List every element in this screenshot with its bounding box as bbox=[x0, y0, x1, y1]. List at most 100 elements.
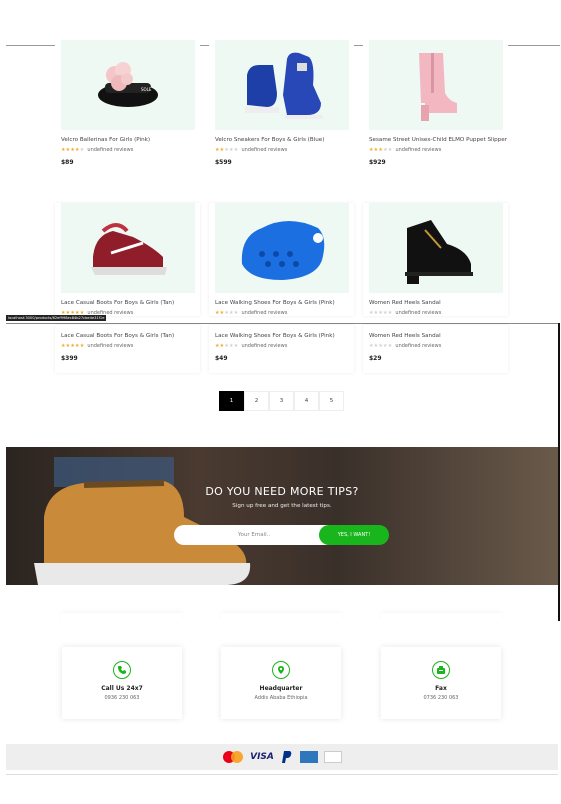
blue-sneaker-icon bbox=[245, 52, 323, 119]
product-rating: ★★★★★ undefined reviews bbox=[215, 147, 354, 153]
product-price: $29 bbox=[369, 355, 382, 362]
payment-footer: VISA bbox=[6, 744, 558, 770]
product-rating: ★★★★★ undefined reviews bbox=[369, 343, 508, 349]
product-rating: ★★★★★ undefined reviews bbox=[61, 147, 200, 153]
product-price: $399 bbox=[61, 355, 78, 362]
card-shadow-edge bbox=[381, 613, 501, 621]
product-rating: ★★★★★ undefined reviews bbox=[61, 343, 200, 349]
section-divider bbox=[6, 323, 560, 324]
product-price: $89 bbox=[61, 159, 74, 166]
product-card[interactable]: Lace Casual Boots For Boys & Girls (Tan)… bbox=[55, 203, 200, 316]
product-price: $929 bbox=[369, 159, 386, 166]
banner-boot-image bbox=[34, 457, 251, 585]
review-count: undefined reviews bbox=[241, 147, 288, 153]
red-sneaker-icon bbox=[91, 223, 167, 275]
contact-card-fax: Fax 0736 230 063 bbox=[381, 647, 501, 719]
product-price: $599 bbox=[215, 159, 232, 166]
product-rating: ★★★★★ undefined reviews bbox=[369, 147, 508, 153]
page-button-4[interactable]: 4 bbox=[294, 391, 319, 411]
fax-icon bbox=[432, 661, 450, 679]
mastercard-icon bbox=[222, 751, 244, 763]
card-shadow-edge bbox=[62, 613, 182, 621]
contact-label: Call Us 24x7 bbox=[101, 685, 143, 692]
review-count: undefined reviews bbox=[241, 343, 288, 349]
amex-icon bbox=[299, 751, 318, 763]
product-name[interactable]: Sesame Street Unisex-Child ELMO Puppet S… bbox=[369, 136, 508, 144]
product-image[interactable] bbox=[61, 203, 195, 293]
product-name[interactable]: Lace Walking Shoes For Boys & Girls (Pin… bbox=[215, 299, 354, 307]
review-count: undefined reviews bbox=[395, 310, 442, 316]
product-image[interactable]: SOLE bbox=[61, 40, 195, 130]
contact-card-headquarter: Headquarter Addis Ababa Ethiopia bbox=[221, 647, 341, 719]
newsletter-title: DO YOU NEED MORE TIPS? bbox=[205, 485, 359, 498]
product-card[interactable]: Lace Casual Boots For Boys & Girls (Tan)… bbox=[55, 325, 200, 373]
product-name[interactable]: Women Red Heels Sandal bbox=[369, 299, 508, 307]
page-button-1[interactable]: 1 bbox=[219, 391, 244, 411]
star-rating-icon: ★★★★★ bbox=[61, 343, 85, 349]
contact-value: Addis Ababa Ethiopia bbox=[254, 695, 308, 701]
star-rating-icon: ★★★★★ bbox=[215, 310, 239, 316]
scrollbar[interactable] bbox=[558, 323, 560, 621]
page-button-2[interactable]: 2 bbox=[244, 391, 269, 411]
product-name[interactable]: Lace Casual Boots For Boys & Girls (Tan) bbox=[61, 332, 200, 340]
product-image[interactable] bbox=[215, 40, 349, 130]
star-rating-icon: ★★★★★ bbox=[369, 147, 393, 153]
product-name[interactable]: Velcro Ballerinas For Girls (Pink) bbox=[61, 136, 200, 144]
blue-clog-icon bbox=[241, 221, 325, 280]
email-input[interactable]: Your Email.. bbox=[174, 525, 334, 545]
discover-icon bbox=[323, 751, 342, 763]
phone-icon bbox=[113, 661, 131, 679]
pink-boot-icon bbox=[419, 53, 457, 121]
product-card[interactable]: Women Red Heels Sandal ★★★★★ undefined r… bbox=[363, 325, 508, 373]
pagination: 1 2 3 4 5 bbox=[219, 391, 344, 411]
svg-text:SOLE: SOLE bbox=[141, 87, 152, 92]
product-image[interactable] bbox=[215, 203, 349, 293]
review-count: undefined reviews bbox=[241, 310, 288, 316]
black-boot-icon bbox=[405, 220, 473, 284]
page-button-3[interactable]: 3 bbox=[269, 391, 294, 411]
product-card[interactable]: SOLE Velcro Ballerinas For Girls (Pink) … bbox=[55, 40, 200, 166]
product-card[interactable]: Women Red Heels Sandal ★★★★★ undefined r… bbox=[363, 203, 508, 316]
contact-label: Fax bbox=[435, 685, 447, 692]
contact-label: Headquarter bbox=[259, 685, 303, 692]
product-card[interactable]: Sesame Street Unisex-Child ELMO Puppet S… bbox=[363, 40, 508, 166]
visa-icon: VISA bbox=[250, 752, 274, 762]
footer-divider bbox=[6, 774, 558, 775]
product-image[interactable] bbox=[369, 40, 503, 130]
page-button-5[interactable]: 5 bbox=[319, 391, 344, 411]
newsletter-banner: DO YOU NEED MORE TIPS? Sign up free and … bbox=[6, 447, 558, 585]
star-rating-icon: ★★★★★ bbox=[61, 147, 85, 153]
review-count: undefined reviews bbox=[87, 343, 134, 349]
star-rating-icon: ★★★★★ bbox=[369, 310, 393, 316]
product-rating: ★★★★★ undefined reviews bbox=[369, 310, 508, 316]
subscribe-button[interactable]: YES, I WANT! bbox=[319, 525, 389, 545]
product-name[interactable]: Lace Walking Shoes For Boys & Girls (Pin… bbox=[215, 332, 354, 340]
review-count: undefined reviews bbox=[87, 147, 134, 153]
pink-slipper-icon: SOLE bbox=[98, 62, 158, 107]
paypal-icon bbox=[280, 751, 294, 763]
product-card[interactable]: Lace Walking Shoes For Boys & Girls (Pin… bbox=[209, 325, 354, 373]
star-rating-icon: ★★★★★ bbox=[369, 343, 393, 349]
review-count: undefined reviews bbox=[395, 343, 442, 349]
product-name[interactable]: Lace Casual Boots For Boys & Girls (Tan) bbox=[61, 299, 200, 307]
newsletter-subtitle: Sign up free and get the latest tips. bbox=[232, 503, 332, 509]
product-rating: ★★★★★ undefined reviews bbox=[215, 310, 354, 316]
contact-value: 0736 230 063 bbox=[423, 695, 459, 701]
contact-value: 0936 230 063 bbox=[104, 695, 140, 701]
star-rating-icon: ★★★★★ bbox=[215, 343, 239, 349]
product-rating: ★★★★★ undefined reviews bbox=[215, 343, 354, 349]
review-count: undefined reviews bbox=[395, 147, 442, 153]
product-card[interactable]: Lace Walking Shoes For Boys & Girls (Pin… bbox=[209, 203, 354, 316]
location-pin-icon bbox=[272, 661, 290, 679]
contact-card-phone: Call Us 24x7 0936 230 063 bbox=[62, 647, 182, 719]
contact-section: Call Us 24x7 0936 230 063 Headquarter Ad… bbox=[62, 647, 504, 719]
product-image[interactable] bbox=[369, 203, 503, 293]
newsletter-form: Your Email.. YES, I WANT! bbox=[174, 525, 390, 545]
product-name[interactable]: Velcro Sneakers For Boys & Girls (Blue) bbox=[215, 136, 354, 144]
card-shadow-edge bbox=[221, 613, 341, 621]
link-status-tooltip: localhost:3000/products/62ef998ec84b27cb… bbox=[6, 315, 107, 321]
product-card[interactable]: Velcro Sneakers For Boys & Girls (Blue) … bbox=[209, 40, 354, 166]
product-price: $49 bbox=[215, 355, 228, 362]
star-rating-icon: ★★★★★ bbox=[215, 147, 239, 153]
product-name[interactable]: Women Red Heels Sandal bbox=[369, 332, 508, 340]
